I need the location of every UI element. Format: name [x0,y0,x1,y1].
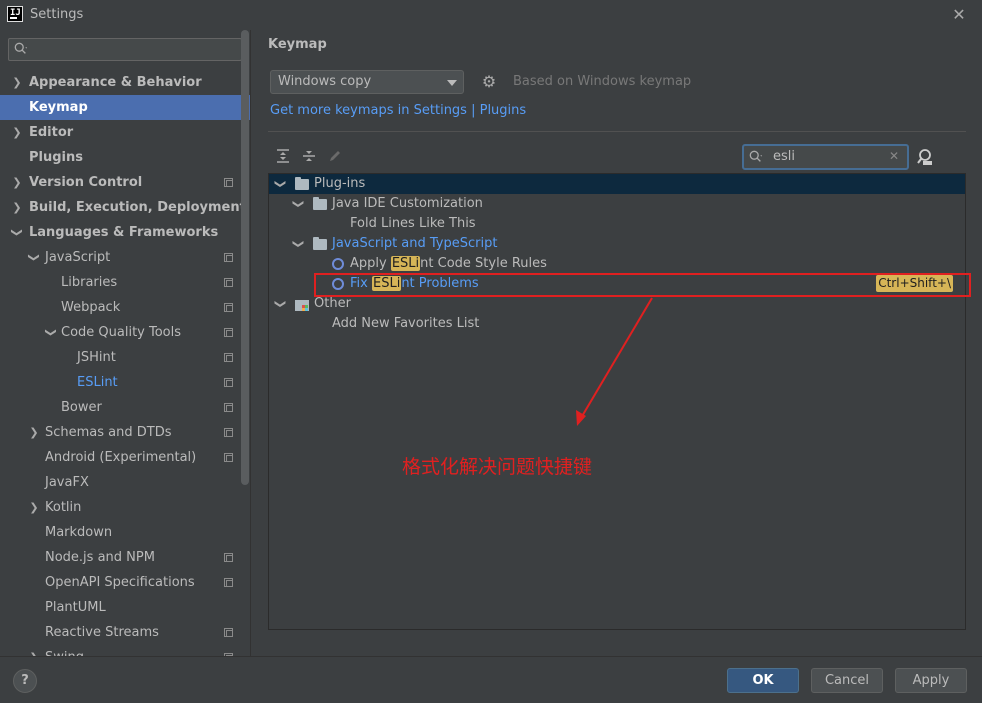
apply-button[interactable]: Apply [895,668,967,693]
dialog-footer: ? OK Cancel Apply [0,656,982,703]
annotation-text: 格式化解决问题快捷键 [402,456,593,478]
help-button[interactable]: ? [13,669,37,693]
cancel-button[interactable]: Cancel [811,668,883,693]
ok-button[interactable]: OK [727,668,799,693]
annotation-arrow [576,297,653,426]
